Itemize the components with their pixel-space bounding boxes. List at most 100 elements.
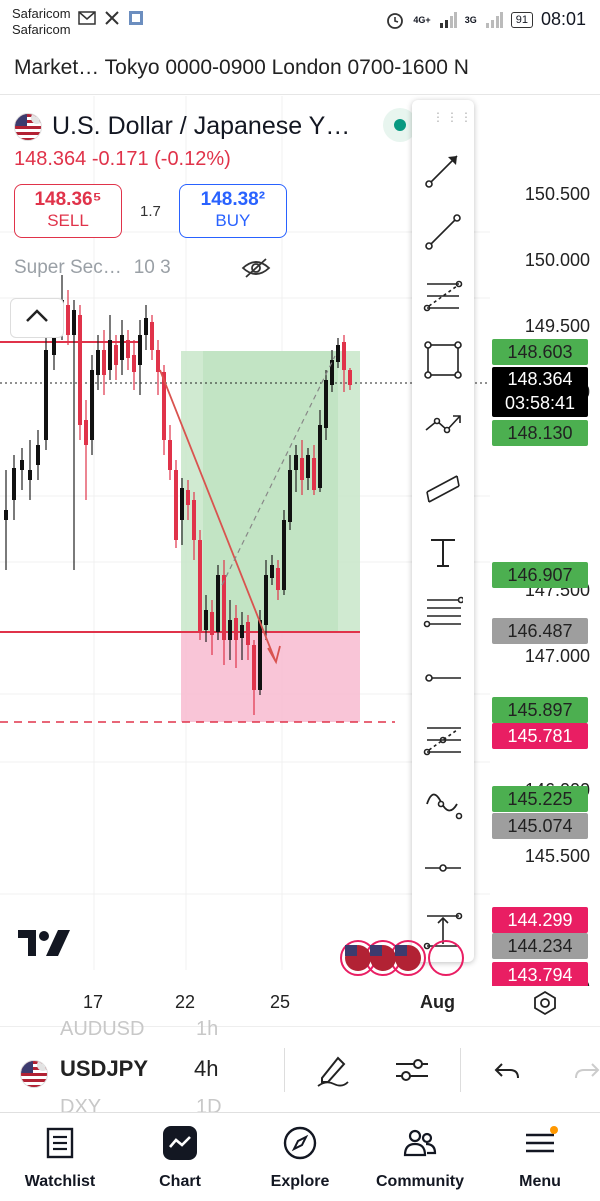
chart-icon: [163, 1126, 197, 1160]
chart-settings-icon[interactable]: [532, 990, 558, 1016]
economic-events-flags[interactable]: [328, 938, 478, 978]
candle: [216, 565, 220, 640]
fib-retracement-tool-icon[interactable]: [423, 276, 463, 316]
horizontal-ray-tool-icon[interactable]: [423, 658, 463, 698]
candle: [156, 340, 160, 395]
app-icon: [129, 11, 143, 25]
nav-label-community: Community: [376, 1173, 464, 1190]
rectangle-tool-icon[interactable]: [423, 340, 463, 380]
price-axis-label: 147.000: [524, 646, 590, 666]
symbol-selector[interactable]: USDJPY: [60, 1056, 148, 1082]
price-axis-label: 150.500: [524, 184, 590, 204]
nav-menu[interactable]: Menu: [480, 1113, 600, 1201]
fib-extension-tool-icon[interactable]: [423, 720, 463, 760]
price-tag-value: 148.364: [507, 369, 573, 389]
time-label-17: 17: [83, 992, 104, 1012]
sell-button[interactable]: 148.36⁵ SELL: [14, 184, 122, 238]
parallel-channel-tool-icon[interactable]: [423, 468, 463, 508]
candle: [44, 330, 48, 450]
nav-community[interactable]: Community: [360, 1113, 480, 1201]
carrier-1: Safaricom: [12, 6, 71, 21]
path-tool-icon[interactable]: [423, 404, 463, 444]
arrow-line-tool-icon[interactable]: [423, 150, 463, 190]
watchlist-icon: [46, 1127, 74, 1159]
menu-icon: [526, 1126, 558, 1153]
candle: [168, 425, 172, 480]
price-axis-label: 145.500: [524, 846, 590, 866]
candle: [120, 320, 124, 375]
price-tag: 144.299: [492, 907, 588, 933]
candle: [138, 320, 142, 395]
trend-line-tool-icon[interactable]: [423, 212, 463, 252]
signal-icon-2: [485, 11, 503, 28]
buy-button[interactable]: 148.38² BUY: [178, 184, 287, 238]
status-right: 4G+ 3G 91 08:01: [385, 9, 586, 30]
indicator-legend[interactable]: Super Sec… 10 3: [14, 256, 271, 280]
bottom-navigation: Watchlist Chart Explore Community Menu: [0, 1112, 600, 1201]
us-flag-icon-small: [20, 1060, 48, 1088]
price-tag: 146.907: [492, 562, 588, 588]
price-tag: 148.130: [492, 420, 588, 446]
status-bar: Safaricom Safaricom 4G+ 3G 91 08:01: [0, 0, 600, 44]
symbol-header[interactable]: U.S. Dollar / Japanese Y…: [14, 112, 350, 141]
symbol-title[interactable]: U.S. Dollar / Japanese Y…: [52, 112, 350, 141]
x-icon: [105, 11, 119, 25]
community-icon: [403, 1129, 437, 1157]
nav-chart[interactable]: Chart: [120, 1113, 240, 1201]
nav-label-chart: Chart: [159, 1173, 201, 1190]
text-tool-icon[interactable]: [423, 532, 463, 572]
candle: [20, 448, 24, 490]
indicator-name[interactable]: Super Sec…: [14, 257, 122, 279]
candle: [150, 315, 154, 360]
mail-icon: [78, 11, 96, 25]
candle: [144, 305, 148, 350]
divider-2: [460, 1048, 461, 1092]
collapse-legend-button[interactable]: [10, 298, 64, 338]
horizontal-line-tool-icon[interactable]: [423, 848, 463, 888]
sine-curve-tool-icon[interactable]: [423, 784, 463, 824]
price-tag: 144.234: [492, 933, 588, 959]
alarm-icon: [387, 12, 404, 29]
candle: [282, 510, 286, 595]
time-label-25: 25: [270, 992, 291, 1012]
candle: [96, 335, 100, 390]
drawing-pen-icon[interactable]: [314, 1052, 350, 1088]
time-label-22: 22: [175, 992, 196, 1012]
candle: [78, 305, 82, 440]
clock: 08:01: [540, 9, 586, 29]
stop-zone[interactable]: [181, 632, 360, 722]
sell-price: 148.36⁵: [34, 189, 102, 210]
network-2: 3G: [464, 14, 477, 25]
compass-icon: [283, 1126, 317, 1160]
undo-icon[interactable]: [492, 1056, 522, 1086]
redo-icon[interactable]: [572, 1056, 600, 1086]
ghost-symbol-top: AUDUSD: [60, 1018, 145, 1040]
nav-label-menu: Menu: [519, 1173, 561, 1190]
drag-handle-icon[interactable]: ⋮⋮⋮: [432, 110, 474, 124]
price-tag: 145.897: [492, 697, 588, 723]
indicator-params: 10 3: [133, 257, 171, 278]
indicators-icon[interactable]: [394, 1052, 430, 1088]
tradingview-logo: [18, 930, 70, 956]
eye-slash-icon[interactable]: [241, 256, 271, 280]
chevron-up-icon: [26, 309, 48, 322]
price-tag: 145.781: [492, 723, 588, 749]
candle: [102, 330, 106, 395]
candle: [36, 430, 40, 480]
nav-label-watchlist: Watchlist: [24, 1173, 96, 1190]
price-tag: 143.794: [492, 962, 588, 986]
notification-icons: [78, 10, 144, 26]
interval-selector[interactable]: 4h: [194, 1056, 218, 1082]
nav-explore[interactable]: Explore: [240, 1113, 360, 1201]
candle: [28, 440, 32, 500]
ghost-interval-top: 1h: [196, 1018, 219, 1040]
candle: [90, 355, 94, 455]
session-info: Market… Tokyo 0000-0900 London 0700-1600…: [14, 56, 469, 79]
time-label-aug: Aug: [420, 992, 455, 1012]
nav-watchlist[interactable]: Watchlist: [0, 1113, 120, 1201]
price-axis-label: 150.000: [524, 250, 590, 270]
divider: [0, 94, 600, 95]
trade-buttons: 148.36⁵ SELL 1.7 148.38² BUY: [14, 184, 287, 238]
pitchfork-tool-icon[interactable]: [423, 594, 463, 634]
us-flag-icon: [14, 112, 42, 141]
